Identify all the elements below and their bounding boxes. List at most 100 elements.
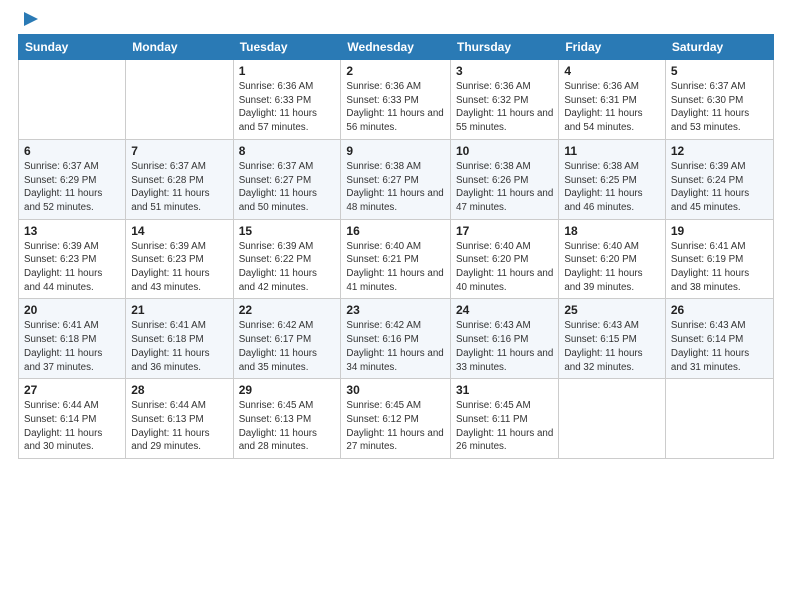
weekday-header-wednesday: Wednesday: [341, 35, 451, 60]
day-number: 18: [564, 224, 660, 238]
day-cell: [126, 60, 233, 140]
logo: [18, 10, 41, 26]
day-cell: 22 Sunrise: 6:42 AM Sunset: 6:17 PM Dayli…: [233, 299, 341, 379]
day-number: 26: [671, 303, 768, 317]
day-number: 20: [24, 303, 120, 317]
day-info: Sunrise: 6:38 AM Sunset: 6:27 PM Dayligh…: [346, 160, 445, 215]
day-cell: 25 Sunrise: 6:43 AM Sunset: 6:15 PM Dayli…: [559, 299, 666, 379]
calendar-table: SundayMondayTuesdayWednesdayThursdayFrid…: [18, 34, 774, 459]
day-number: 17: [456, 224, 553, 238]
weekday-header-friday: Friday: [559, 35, 666, 60]
day-number: 16: [346, 224, 445, 238]
day-number: 21: [131, 303, 227, 317]
day-cell: 23 Sunrise: 6:42 AM Sunset: 6:16 PM Dayli…: [341, 299, 451, 379]
day-number: 8: [239, 144, 336, 158]
day-info: Sunrise: 6:36 AM Sunset: 6:32 PM Dayligh…: [456, 80, 553, 135]
day-info: Sunrise: 6:40 AM Sunset: 6:20 PM Dayligh…: [456, 240, 553, 295]
day-number: 24: [456, 303, 553, 317]
day-number: 27: [24, 383, 120, 397]
day-cell: 1 Sunrise: 6:36 AM Sunset: 6:33 PM Daylig…: [233, 60, 341, 140]
day-cell: 26 Sunrise: 6:43 AM Sunset: 6:14 PM Dayli…: [665, 299, 773, 379]
day-cell: 4 Sunrise: 6:36 AM Sunset: 6:31 PM Daylig…: [559, 60, 666, 140]
day-info: Sunrise: 6:42 AM Sunset: 6:16 PM Dayligh…: [346, 319, 445, 374]
day-number: 13: [24, 224, 120, 238]
day-number: 31: [456, 383, 553, 397]
day-info: Sunrise: 6:37 AM Sunset: 6:30 PM Dayligh…: [671, 80, 768, 135]
day-info: Sunrise: 6:43 AM Sunset: 6:14 PM Dayligh…: [671, 319, 768, 374]
logo-flag-icon: [21, 10, 41, 30]
day-info: Sunrise: 6:37 AM Sunset: 6:29 PM Dayligh…: [24, 160, 120, 215]
weekday-header-sunday: Sunday: [19, 35, 126, 60]
day-info: Sunrise: 6:45 AM Sunset: 6:13 PM Dayligh…: [239, 399, 336, 454]
day-cell: [559, 379, 666, 459]
day-cell: 30 Sunrise: 6:45 AM Sunset: 6:12 PM Dayli…: [341, 379, 451, 459]
day-number: 9: [346, 144, 445, 158]
day-info: Sunrise: 6:43 AM Sunset: 6:15 PM Dayligh…: [564, 319, 660, 374]
day-info: Sunrise: 6:45 AM Sunset: 6:12 PM Dayligh…: [346, 399, 445, 454]
day-cell: 27 Sunrise: 6:44 AM Sunset: 6:14 PM Dayli…: [19, 379, 126, 459]
weekday-header-monday: Monday: [126, 35, 233, 60]
day-number: 19: [671, 224, 768, 238]
day-number: 4: [564, 64, 660, 78]
day-number: 2: [346, 64, 445, 78]
day-info: Sunrise: 6:41 AM Sunset: 6:18 PM Dayligh…: [24, 319, 120, 374]
day-cell: 24 Sunrise: 6:43 AM Sunset: 6:16 PM Dayli…: [451, 299, 559, 379]
day-info: Sunrise: 6:43 AM Sunset: 6:16 PM Dayligh…: [456, 319, 553, 374]
day-cell: 9 Sunrise: 6:38 AM Sunset: 6:27 PM Daylig…: [341, 139, 451, 219]
week-row-4: 20 Sunrise: 6:41 AM Sunset: 6:18 PM Dayli…: [19, 299, 774, 379]
weekday-header-tuesday: Tuesday: [233, 35, 341, 60]
day-info: Sunrise: 6:41 AM Sunset: 6:19 PM Dayligh…: [671, 240, 768, 295]
day-cell: 12 Sunrise: 6:39 AM Sunset: 6:24 PM Dayli…: [665, 139, 773, 219]
day-info: Sunrise: 6:36 AM Sunset: 6:31 PM Dayligh…: [564, 80, 660, 135]
weekday-header-saturday: Saturday: [665, 35, 773, 60]
day-info: Sunrise: 6:45 AM Sunset: 6:11 PM Dayligh…: [456, 399, 553, 454]
day-cell: 10Sunrise: 6:38 AM Sunset: 6:26 PM Dayli…: [451, 139, 559, 219]
page: SundayMondayTuesdayWednesdayThursdayFrid…: [0, 0, 792, 612]
day-number: 15: [239, 224, 336, 238]
day-cell: 17 Sunrise: 6:40 AM Sunset: 6:20 PM Dayli…: [451, 219, 559, 299]
day-info: Sunrise: 6:42 AM Sunset: 6:17 PM Dayligh…: [239, 319, 336, 374]
day-number: 29: [239, 383, 336, 397]
day-info: Sunrise: 6:40 AM Sunset: 6:21 PM Dayligh…: [346, 240, 445, 295]
day-info: Sunrise: 6:44 AM Sunset: 6:14 PM Dayligh…: [24, 399, 120, 454]
day-info: Sunrise: 6:38 AM Sunset: 6:25 PM Dayligh…: [564, 160, 660, 215]
weekday-header-row: SundayMondayTuesdayWednesdayThursdayFrid…: [19, 35, 774, 60]
day-info: Sunrise: 6:39 AM Sunset: 6:24 PM Dayligh…: [671, 160, 768, 215]
day-info: Sunrise: 6:37 AM Sunset: 6:27 PM Dayligh…: [239, 160, 336, 215]
week-row-5: 27 Sunrise: 6:44 AM Sunset: 6:14 PM Dayli…: [19, 379, 774, 459]
day-cell: [665, 379, 773, 459]
day-cell: 14 Sunrise: 6:39 AM Sunset: 6:23 PM Dayli…: [126, 219, 233, 299]
weekday-header-thursday: Thursday: [451, 35, 559, 60]
day-cell: 15Sunrise: 6:39 AM Sunset: 6:22 PM Dayli…: [233, 219, 341, 299]
day-info: Sunrise: 6:39 AM Sunset: 6:23 PM Dayligh…: [131, 240, 227, 295]
day-number: 30: [346, 383, 445, 397]
day-number: 11: [564, 144, 660, 158]
day-cell: 29 Sunrise: 6:45 AM Sunset: 6:13 PM Dayli…: [233, 379, 341, 459]
day-number: 12: [671, 144, 768, 158]
day-number: 1: [239, 64, 336, 78]
day-cell: 13 Sunrise: 6:39 AM Sunset: 6:23 PM Dayli…: [19, 219, 126, 299]
day-number: 6: [24, 144, 120, 158]
day-number: 7: [131, 144, 227, 158]
day-cell: 3 Sunrise: 6:36 AM Sunset: 6:32 PM Daylig…: [451, 60, 559, 140]
day-info: Sunrise: 6:36 AM Sunset: 6:33 PM Dayligh…: [239, 80, 336, 135]
week-row-1: 1 Sunrise: 6:36 AM Sunset: 6:33 PM Daylig…: [19, 60, 774, 140]
day-info: Sunrise: 6:39 AM Sunset: 6:23 PM Dayligh…: [24, 240, 120, 295]
day-cell: 28Sunrise: 6:44 AM Sunset: 6:13 PM Dayli…: [126, 379, 233, 459]
day-cell: [19, 60, 126, 140]
day-number: 22: [239, 303, 336, 317]
day-number: 10: [456, 144, 553, 158]
day-number: 23: [346, 303, 445, 317]
day-number: 14: [131, 224, 227, 238]
day-cell: 11 Sunrise: 6:38 AM Sunset: 6:25 PM Dayli…: [559, 139, 666, 219]
day-info: Sunrise: 6:44 AM Sunset: 6:13 PM Dayligh…: [131, 399, 227, 454]
day-info: Sunrise: 6:41 AM Sunset: 6:18 PM Dayligh…: [131, 319, 227, 374]
day-info: Sunrise: 6:40 AM Sunset: 6:20 PM Dayligh…: [564, 240, 660, 295]
day-cell: 2Sunrise: 6:36 AM Sunset: 6:33 PM Daylig…: [341, 60, 451, 140]
day-number: 3: [456, 64, 553, 78]
week-row-3: 13 Sunrise: 6:39 AM Sunset: 6:23 PM Dayli…: [19, 219, 774, 299]
day-number: 25: [564, 303, 660, 317]
day-info: Sunrise: 6:37 AM Sunset: 6:28 PM Dayligh…: [131, 160, 227, 215]
day-cell: 18 Sunrise: 6:40 AM Sunset: 6:20 PM Dayli…: [559, 219, 666, 299]
day-cell: 20 Sunrise: 6:41 AM Sunset: 6:18 PM Dayli…: [19, 299, 126, 379]
